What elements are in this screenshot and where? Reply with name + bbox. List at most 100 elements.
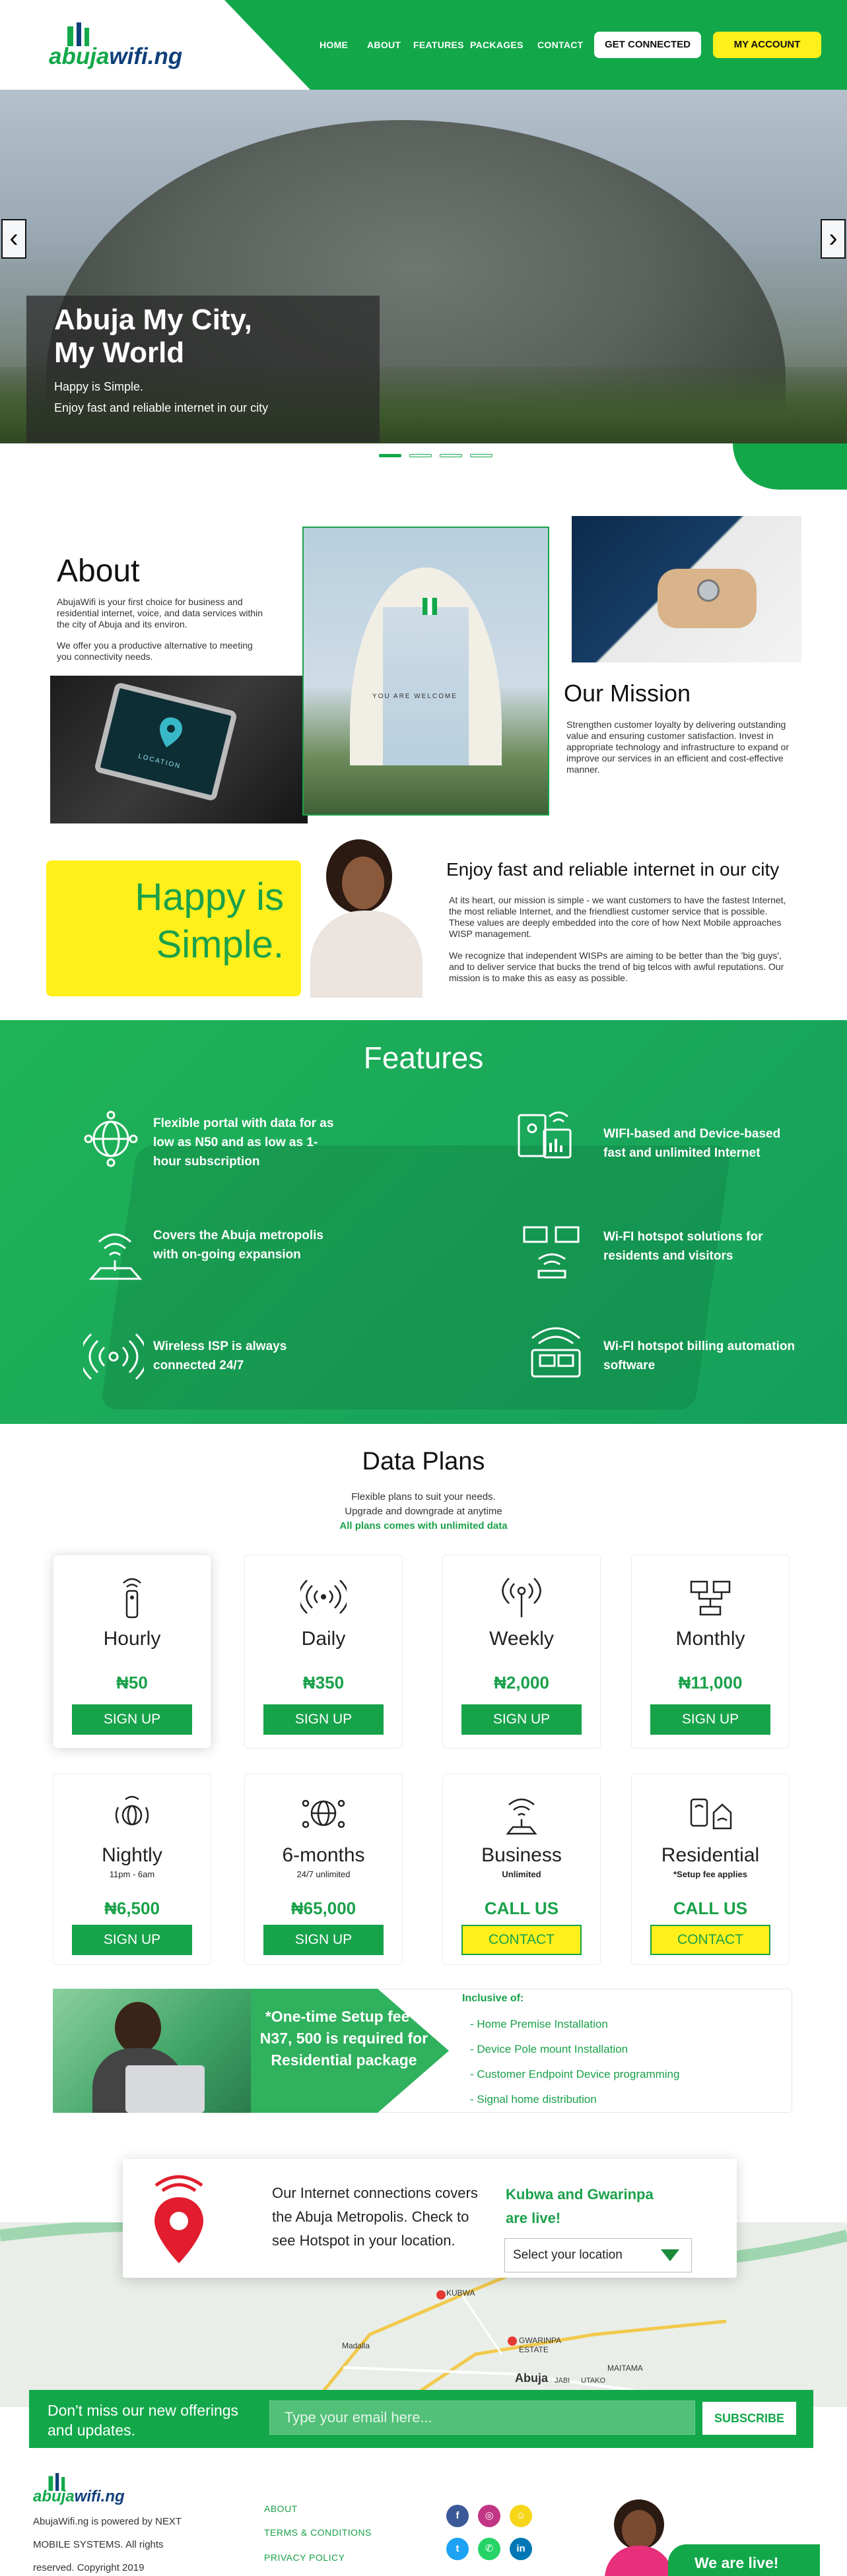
city-gate-image: YOU ARE WELCOME	[302, 527, 549, 816]
watch	[697, 579, 720, 602]
plan-card-daily: Daily ₦350 SIGN UP	[244, 1555, 403, 1749]
globe-antenna-icon	[115, 1795, 149, 1826]
plan-signup-button[interactable]: SIGN UP	[650, 1704, 770, 1735]
inclusive-item: - Home Premise Installation	[470, 2018, 608, 2030]
setup-photo	[53, 1989, 251, 2113]
nav-home[interactable]: HOME	[320, 40, 348, 50]
get-connected-button[interactable]: GET CONNECTED	[594, 32, 701, 58]
remote-icon	[123, 1578, 141, 1619]
laptop-image	[572, 516, 801, 662]
home-device-icon	[690, 1798, 732, 1830]
we-are-live-badge[interactable]: We are live!	[668, 2544, 820, 2576]
plan-signup-button[interactable]: SIGN UP	[263, 1925, 384, 1955]
globe-icon	[84, 1111, 138, 1167]
newsletter-text: Don't miss our new offerings and updates…	[48, 2402, 239, 2439]
plan-card-monthly: Monthly ₦11,000 SIGN UP	[631, 1555, 790, 1749]
subscribe-button[interactable]: SUBSCRIBE	[702, 2402, 796, 2435]
nav-contact[interactable]: CONTACT	[537, 40, 584, 50]
location-pin-icon	[160, 717, 183, 748]
enjoy-title: Enjoy fast and reliable internet in our …	[446, 859, 780, 880]
linkedin-icon[interactable]: in	[510, 2538, 532, 2560]
plan-price: ₦65,000	[290, 1898, 356, 1918]
plan-name: 6-months	[282, 1844, 365, 1866]
plan-price: ₦350	[302, 1673, 345, 1692]
slide-dot-2[interactable]	[409, 454, 432, 457]
instagram-icon[interactable]: ◎	[478, 2505, 500, 2527]
about-text-1: AbujaWifi is your first choice for busin…	[57, 596, 263, 629]
feature-text-1: Flexible portal with data for as low as …	[153, 1116, 334, 1169]
nav-about[interactable]: ABOUT	[367, 40, 401, 50]
inclusive-item: - Customer Endpoint Device programming	[470, 2068, 680, 2080]
about-text-2: We offer you a productive alternative to…	[57, 640, 253, 662]
logo-text: abujawifi.ng	[33, 2488, 125, 2505]
agent-face	[622, 2510, 656, 2550]
tablet-image: LOCATION	[50, 676, 308, 823]
map-label: JABI	[555, 2377, 570, 2385]
email-input[interactable]: Type your email here...	[269, 2400, 695, 2435]
plan-signup-button[interactable]: SIGN UP	[263, 1704, 384, 1735]
plan-contact-button[interactable]: CONTACT	[461, 1925, 582, 1955]
hero-prev-arrow-icon[interactable]: ‹	[1, 219, 26, 259]
plan-name: Weekly	[489, 1628, 554, 1650]
footer-link-terms[interactable]: TERMS & CONDITIONS	[264, 2527, 372, 2538]
plan-note: *Setup fee applies	[673, 1869, 747, 1879]
slide-dot-3[interactable]	[440, 454, 462, 457]
footer-link-about[interactable]: ABOUT	[264, 2503, 298, 2514]
feature-text-5: Wireless ISP is always connected 24/7	[153, 1339, 287, 1372]
footer-link-privacy[interactable]: PRIVACY POLICY	[264, 2552, 345, 2563]
plan-card-weekly: Weekly ₦2,000 SIGN UP	[442, 1555, 601, 1749]
my-account-button[interactable]: MY ACCOUNT	[713, 32, 821, 58]
plan-name: Hourly	[103, 1628, 161, 1650]
hero-sub-1: Happy is Simple.	[54, 380, 144, 393]
plans-subtitle: Flexible plans to suit your needs. Upgra…	[339, 1491, 508, 1531]
footer-logo[interactable]: abujawifi.ng	[33, 2473, 145, 2506]
plan-card-business: Business Unlimited CALL US CONTACT	[442, 1774, 601, 1965]
plan-name: Daily	[301, 1628, 346, 1650]
inclusive-item: - Device Pole mount Installation	[470, 2043, 628, 2055]
map-label: Abuja	[515, 2371, 549, 2385]
plan-price: CALL US	[484, 1898, 559, 1918]
hero-title: Abuja My City, My World	[54, 304, 252, 369]
signal-icon	[83, 1333, 144, 1380]
plan-name: Monthly	[675, 1628, 745, 1650]
about-title: About	[57, 554, 140, 589]
nav-packages[interactable]: PACKAGES	[470, 40, 524, 50]
plan-price: ₦2,000	[494, 1673, 549, 1692]
facebook-icon[interactable]: f	[446, 2505, 469, 2527]
chevron-down-icon	[661, 2249, 679, 2261]
hero-next-arrow-icon[interactable]: ›	[821, 219, 846, 259]
slide-dot-1[interactable]	[379, 454, 401, 457]
slide-dot-4[interactable]	[470, 454, 492, 457]
enjoy-text-2: We recognize that independent WISPs are …	[449, 950, 784, 983]
map-label: KUBWA	[446, 2288, 475, 2298]
feature-text-6: Wi-FI hotspot billing automation softwar…	[603, 1339, 796, 1372]
plan-contact-button[interactable]: CONTACT	[650, 1925, 770, 1955]
broadcast-icon	[300, 1580, 347, 1614]
map-label: MAITAMA	[607, 2364, 643, 2373]
network-icon	[690, 1580, 731, 1616]
mission-title: Our Mission	[564, 680, 691, 707]
hero-green-curve	[733, 443, 847, 490]
woman-phone-image	[298, 833, 437, 998]
logo-text: abujawifi.ng	[49, 44, 183, 69]
nav-features[interactable]: FEATURES	[413, 40, 464, 50]
billing-icon	[531, 1327, 581, 1378]
plan-card-nightly: Nightly 11pm - 6am ₦6,500 SIGN UP	[53, 1774, 211, 1965]
hero-sub-2: Enjoy fast and reliable internet in our …	[54, 401, 269, 414]
plan-signup-button[interactable]: SIGN UP	[461, 1704, 582, 1735]
snapchat-icon[interactable]: ☺	[510, 2505, 532, 2527]
laptop	[125, 2065, 205, 2113]
map-label: Madalla	[342, 2341, 370, 2350]
plans-title: Data Plans	[362, 1448, 485, 1475]
tablet-screen: LOCATION	[93, 682, 238, 802]
plan-signup-button[interactable]: SIGN UP	[72, 1925, 192, 1955]
plan-signup-button[interactable]: SIGN UP	[72, 1704, 192, 1735]
location-pin-icon	[154, 2175, 203, 2263]
plan-name: Residential	[661, 1844, 760, 1866]
feature-text-4: Wi-FI hotspot solutions for residents an…	[603, 1230, 763, 1263]
location-select[interactable]: Select your location	[504, 2238, 692, 2272]
whatsapp-icon[interactable]: ✆	[478, 2538, 500, 2560]
twitter-icon[interactable]: t	[446, 2538, 469, 2560]
setup-fee-text: *One-time Setup fee = N37, 500 is requir…	[259, 2008, 428, 2069]
inclusive-title: Inclusive of:	[462, 1993, 524, 2004]
